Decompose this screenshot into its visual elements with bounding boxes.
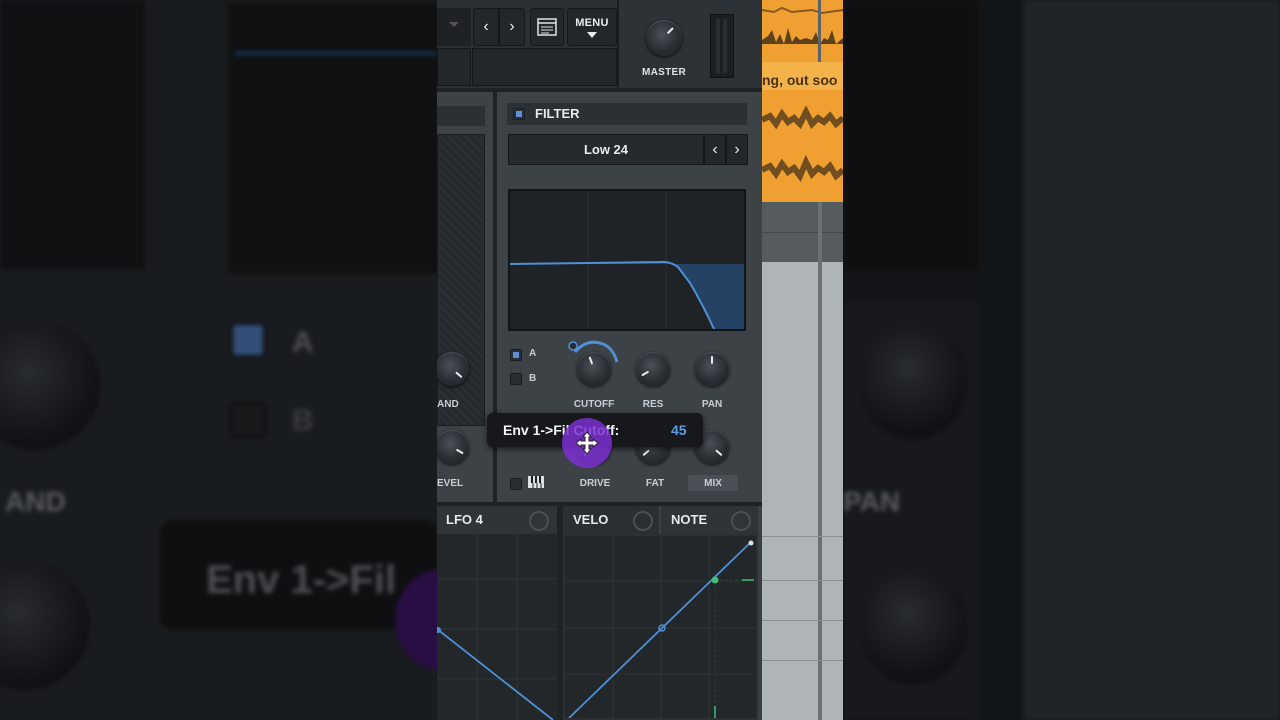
filter-type-selector[interactable]: Low 24 [508,134,704,165]
note-power-icon[interactable] [731,511,751,531]
prev-preset-button[interactable]: ‹ [473,8,499,46]
next-preset-button[interactable]: › [499,8,525,46]
background-left-blurred: A B AND Env 1->Fil [0,0,437,720]
mod-tab-lfo4-label: LFO 4 [446,512,483,527]
lfo4-curve [437,534,557,720]
preset-dropdown-tail[interactable] [437,8,471,46]
menu-button[interactable]: MENU [567,8,617,46]
browser-icon [537,18,557,36]
menu-label: MENU [575,16,609,29]
lfo4-power-icon[interactable] [529,511,549,531]
chevron-left-icon: ‹ [712,140,718,158]
route-a-checkbox[interactable] [510,349,522,361]
cutoff-label: CUTOFF [573,399,615,410]
audio-clip-bottom[interactable] [762,90,843,202]
audio-clip-top[interactable] [762,0,843,62]
filter-enable-toggle[interactable] [513,108,525,120]
filter-response-display[interactable] [508,189,746,331]
master-label: MASTER [641,67,687,78]
pan-knob[interactable] [695,352,729,386]
mod-tab-note-label: NOTE [671,512,708,527]
filter-header: FILTER [507,103,747,125]
background-right-blurred: PAN [843,0,1280,720]
keytrack-checkbox[interactable] [510,478,522,490]
chevron-left-icon: ‹ [483,18,489,35]
res-knob[interactable] [636,352,670,386]
route-b-checkbox[interactable] [510,373,522,385]
left-knob-top-label: AND [437,399,459,410]
waveform [762,6,843,44]
caret-down-icon [587,31,597,38]
drive-label: DRIVE [579,478,611,489]
pan-label: PAN [701,399,723,410]
move-icon [575,431,599,455]
res-label: RES [642,399,664,410]
left-knob-bottom-label: EVEL [437,478,464,489]
daw-track-strip: ng, out soo [762,0,843,720]
route-a-label: A [529,348,537,359]
filter-type-value: Low 24 [583,142,629,157]
cutoff-knob[interactable] [577,352,611,386]
fat-label: FAT [645,478,665,489]
velo-graph[interactable] [563,530,758,720]
master-volume-knob[interactable] [646,20,682,56]
chevron-right-icon: › [734,140,740,158]
filter-curve-graph [510,191,744,329]
lfo4-graph[interactable] [437,534,557,720]
master-level-meter [710,14,734,78]
synth-plugin-window: ‹ › MENU MASTER AND EVEL FILTER Low 24 ‹… [437,0,762,720]
tooltip-value: 45 [671,422,687,438]
velo-power-icon[interactable] [633,511,653,531]
mix-label: MIX [704,478,722,489]
keyboard-icon [528,476,544,488]
chevron-right-icon: › [509,18,515,35]
preset-browser-button[interactable] [530,8,564,46]
velocity-curve [565,536,756,719]
filter-type-prev-button[interactable]: ‹ [704,134,726,165]
mod-tab-velo-label: VELO [573,512,609,527]
drag-cursor [562,418,612,468]
route-b-label: B [529,373,537,384]
filter-type-next-button[interactable]: › [726,134,748,165]
mod-tab-lfo4[interactable]: LFO 4 [437,506,557,534]
waveform [762,105,843,182]
filter-title: FILTER [535,106,580,121]
chevron-down-icon [449,22,459,27]
mod-tab-note[interactable]: NOTE [661,506,758,534]
clip-name-text: ng, out soo [762,72,838,88]
